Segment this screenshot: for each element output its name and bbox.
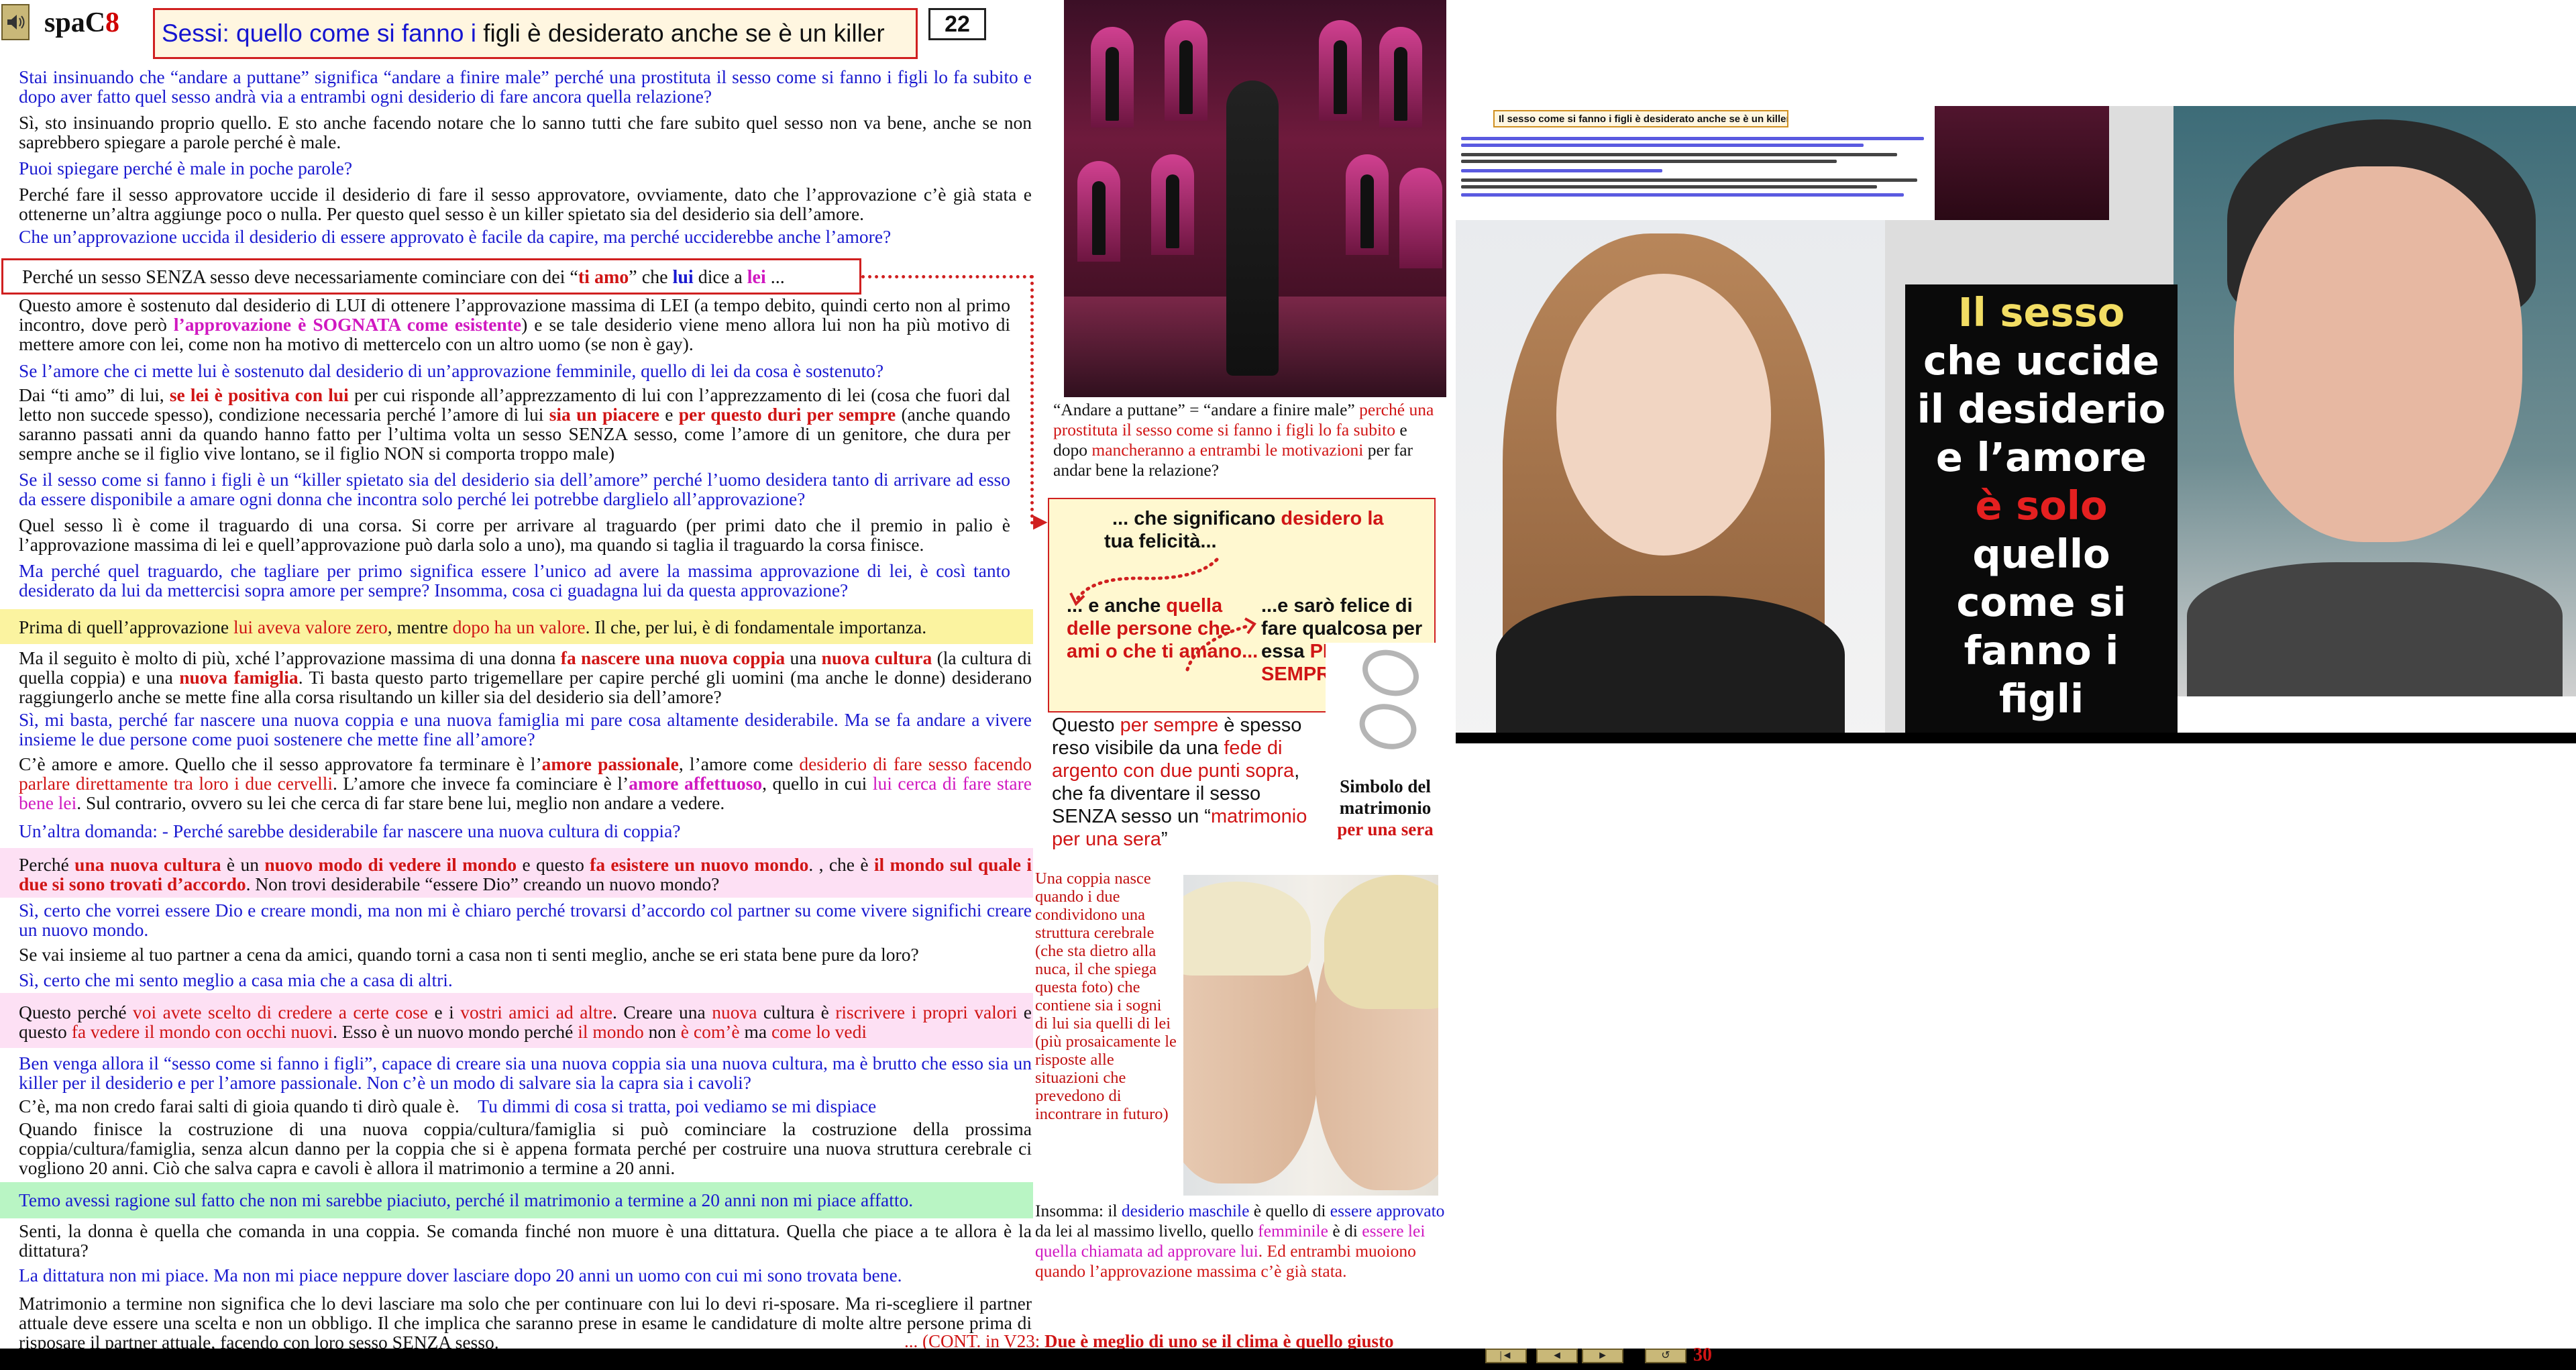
answer-paragraph: Quel sesso lì è come il traguardo di una…	[19, 515, 1010, 555]
nav-next-button[interactable]: ►	[1582, 1349, 1623, 1363]
nightclub-photo	[1064, 0, 1446, 397]
question-paragraph: Temo avessi ragione sul fatto che non mi…	[19, 1190, 914, 1210]
couple-photo	[1183, 875, 1438, 1196]
footer-page-number: 30	[1693, 1345, 1712, 1365]
video-player[interactable]: Il sesso come si fanno i figli è desider…	[1456, 106, 2576, 743]
question-paragraph: Sì, certo che vorrei essere Dio e creare…	[19, 900, 1032, 940]
answer-paragraph: Sì, sto insinuando proprio quello. E sto…	[19, 112, 1032, 152]
question-paragraph: Stai insinuando che “andare a puttane” s…	[19, 66, 1032, 107]
rings-caption: Simbolo del matrimonio per una sera	[1337, 776, 1434, 839]
question-paragraph: Sì, mi basta, perché far nascere una nuo…	[19, 709, 1032, 749]
connector-arrow: ▶	[1033, 511, 1048, 532]
photo-caption: “Andare a puttane” = “andare a finire ma…	[1053, 400, 1434, 480]
summary-caption: Insomma: il desiderio maschile è quello …	[1035, 1201, 1445, 1281]
question-paragraph: Sì, certo che mi sento meglio a casa mia…	[19, 969, 453, 990]
highlighted-statement: Perché un sesso SENZA sesso deve necessa…	[1, 258, 861, 295]
answer-paragraph: C’è, ma non credo farai salti di gioia q…	[19, 1096, 877, 1116]
video-slide-title: Il sesso come si fanno i figli è desider…	[1493, 110, 1788, 127]
answer-paragraph: Dai “ti amo” di lui, se lei è positiva c…	[19, 384, 1010, 464]
video-overlay-text: Il sesso che uccide il desiderio e l’amo…	[1917, 289, 2166, 722]
video-woman-speaker	[1456, 220, 1885, 743]
answer-paragraph: Perché una nuova cultura è un nuovo modo…	[19, 854, 1032, 894]
nav-return-button[interactable]: ↺	[1645, 1349, 1686, 1363]
answer-paragraph: Ma il seguito è molto di più, xché l’app…	[19, 647, 1032, 707]
nav-first-button[interactable]: |◄	[1485, 1349, 1527, 1363]
answer-paragraph: Perché fare il sesso approvatore uccide …	[19, 184, 1032, 224]
dotted-arrow	[1185, 617, 1256, 672]
page-number-badge: 22	[928, 8, 986, 40]
question-paragraph: Ma perché quel traguardo, che tagliare p…	[19, 560, 1010, 600]
site-logo[interactable]: spaC8	[44, 7, 119, 39]
video-nightclub-thumbnail	[1935, 106, 2109, 220]
answer-paragraph: Quando finisce la costruzione di una nuo…	[19, 1118, 1032, 1178]
question-paragraph: Se il sesso come si fanno i figli è un “…	[19, 469, 1010, 509]
dotted-connector	[1030, 275, 1034, 525]
footer-bar	[0, 1349, 2576, 1370]
question-paragraph: Puoi spiegare perché è male in poche par…	[19, 158, 353, 178]
answer-paragraph: Prima di quell’approvazione lui aveva va…	[19, 617, 927, 637]
couple-caption: Una coppia nasce quando i due condividon…	[1035, 870, 1177, 1123]
question-paragraph: Se l’amore che ci mette lui è sostenuto …	[19, 360, 884, 381]
answer-paragraph: Senti, la donna è quella che comanda in …	[19, 1220, 1032, 1261]
answer-paragraph: Questo amore è sostenuto dal desiderio d…	[19, 295, 1010, 354]
answer-paragraph: Se vai insieme al tuo partner a cena da …	[19, 944, 919, 965]
dotted-connector	[861, 275, 1033, 278]
page-title: Sessi: quello come si fanno i figli è de…	[153, 8, 918, 59]
answer-paragraph: Questo perché voi avete scelto di creder…	[19, 1002, 1032, 1042]
video-man-speaker	[2174, 106, 2576, 696]
answer-paragraph: Matrimonio a termine non significa che l…	[19, 1293, 1032, 1353]
question-paragraph: La dittatura non mi piace. Ma non mi pia…	[19, 1265, 902, 1285]
answer-paragraph: C’è amore e amore. Quello che il sesso a…	[19, 753, 1032, 813]
question-paragraph: Che un’approvazione uccida il desiderio …	[19, 226, 892, 247]
wedding-rings-icon: Simbolo del matrimonio per una sera	[1326, 642, 1445, 844]
question-paragraph: Un’altra domanda: - Perché sarebbe desid…	[19, 821, 681, 841]
rings-explanation: Questo per sempre è spesso reso visibile…	[1052, 715, 1307, 850]
nav-prev-button[interactable]: ◄	[1536, 1349, 1578, 1363]
speaker-icon[interactable]	[1, 4, 30, 40]
question-paragraph: Ben venga allora il “sesso come si fanno…	[19, 1053, 1032, 1093]
